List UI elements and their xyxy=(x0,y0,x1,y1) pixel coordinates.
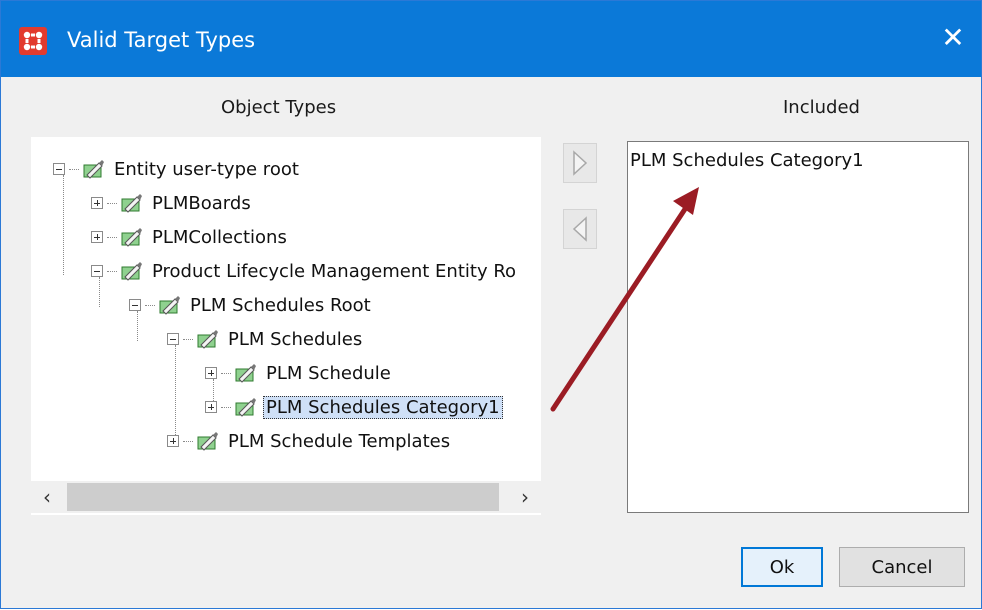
app-logo-icon xyxy=(19,27,47,55)
entity-type-icon xyxy=(121,262,142,281)
tree-item-label: Entity user-type root xyxy=(114,158,299,180)
chevron-left-icon: ‹ xyxy=(43,485,51,509)
tree-item-label: PLM Schedule Templates xyxy=(228,430,451,452)
entity-type-icon xyxy=(159,296,180,315)
tree-item-label: PLM Schedules xyxy=(228,328,363,350)
object-types-tree[interactable]: Entity user-type root PLMBoards PLMColle… xyxy=(31,137,541,515)
tree-connector-line xyxy=(63,175,64,275)
expand-icon[interactable] xyxy=(167,435,179,447)
collapse-icon[interactable] xyxy=(53,163,65,175)
entity-type-icon xyxy=(197,432,218,451)
tree-item-plm-entity-root[interactable]: Product Lifecycle Management Entity Ro xyxy=(91,255,519,287)
tree-item-plm-schedules[interactable]: PLM Schedules xyxy=(167,323,365,355)
included-list[interactable]: PLM Schedules Category1 xyxy=(627,141,969,513)
collapse-icon[interactable] xyxy=(167,333,179,345)
dialog-window: Valid Target Types ✕ Object Types Includ… xyxy=(0,0,982,609)
remove-from-included-button[interactable] xyxy=(563,209,597,249)
window-title: Valid Target Types xyxy=(67,28,256,52)
arrow-left-icon xyxy=(572,216,587,242)
scroll-left-button[interactable]: ‹ xyxy=(31,481,63,513)
ok-button[interactable]: Ok xyxy=(741,547,823,587)
entity-type-icon xyxy=(121,194,142,213)
tree-item-label-selected: PLM Schedules Category1 xyxy=(263,395,503,419)
tree-item-label: PLMCollections xyxy=(152,226,287,248)
tree-item-plmcollections[interactable]: PLMCollections xyxy=(91,221,290,253)
tree-item-plmboards[interactable]: PLMBoards xyxy=(91,187,254,219)
arrow-right-icon xyxy=(573,150,588,176)
title-bar: Valid Target Types ✕ xyxy=(1,1,981,77)
chevron-right-icon: › xyxy=(521,485,529,509)
add-to-included-button[interactable] xyxy=(563,143,597,183)
tree-item-label: PLMBoards xyxy=(152,192,251,214)
cancel-button[interactable]: Cancel xyxy=(839,547,965,587)
entity-type-icon xyxy=(121,228,142,247)
horizontal-scrollbar[interactable]: ‹ › xyxy=(31,481,541,513)
entity-type-icon xyxy=(235,398,256,417)
close-icon: ✕ xyxy=(941,20,965,54)
tree-item-plm-schedules-root[interactable]: PLM Schedules Root xyxy=(129,289,374,321)
entity-type-icon xyxy=(83,160,104,179)
included-list-item[interactable]: PLM Schedules Category1 xyxy=(630,150,864,171)
included-label: Included xyxy=(783,97,860,118)
collapse-icon[interactable] xyxy=(129,299,141,311)
tree-item-plm-schedule-templates[interactable]: PLM Schedule Templates xyxy=(167,425,453,457)
scroll-right-button[interactable]: › xyxy=(509,481,541,513)
tree-item-entity-root[interactable]: Entity user-type root xyxy=(53,153,302,185)
tree-item-label: PLM Schedules Root xyxy=(190,294,371,316)
expand-icon[interactable] xyxy=(91,231,103,243)
tree-item-label: PLM Schedule xyxy=(266,362,391,384)
tree-item-plm-schedule[interactable]: PLM Schedule xyxy=(205,357,394,389)
tree-item-plm-schedules-category1[interactable]: PLM Schedules Category1 xyxy=(205,391,503,423)
scrollbar-thumb[interactable] xyxy=(67,483,499,511)
expand-icon[interactable] xyxy=(91,197,103,209)
collapse-icon[interactable] xyxy=(91,265,103,277)
expand-icon[interactable] xyxy=(205,401,217,413)
object-types-label: Object Types xyxy=(221,97,337,118)
entity-type-icon xyxy=(197,330,218,349)
tree-item-label: Product Lifecycle Management Entity Ro xyxy=(152,260,517,282)
close-button[interactable]: ✕ xyxy=(935,19,971,55)
expand-icon[interactable] xyxy=(205,367,217,379)
entity-type-icon xyxy=(235,364,256,383)
